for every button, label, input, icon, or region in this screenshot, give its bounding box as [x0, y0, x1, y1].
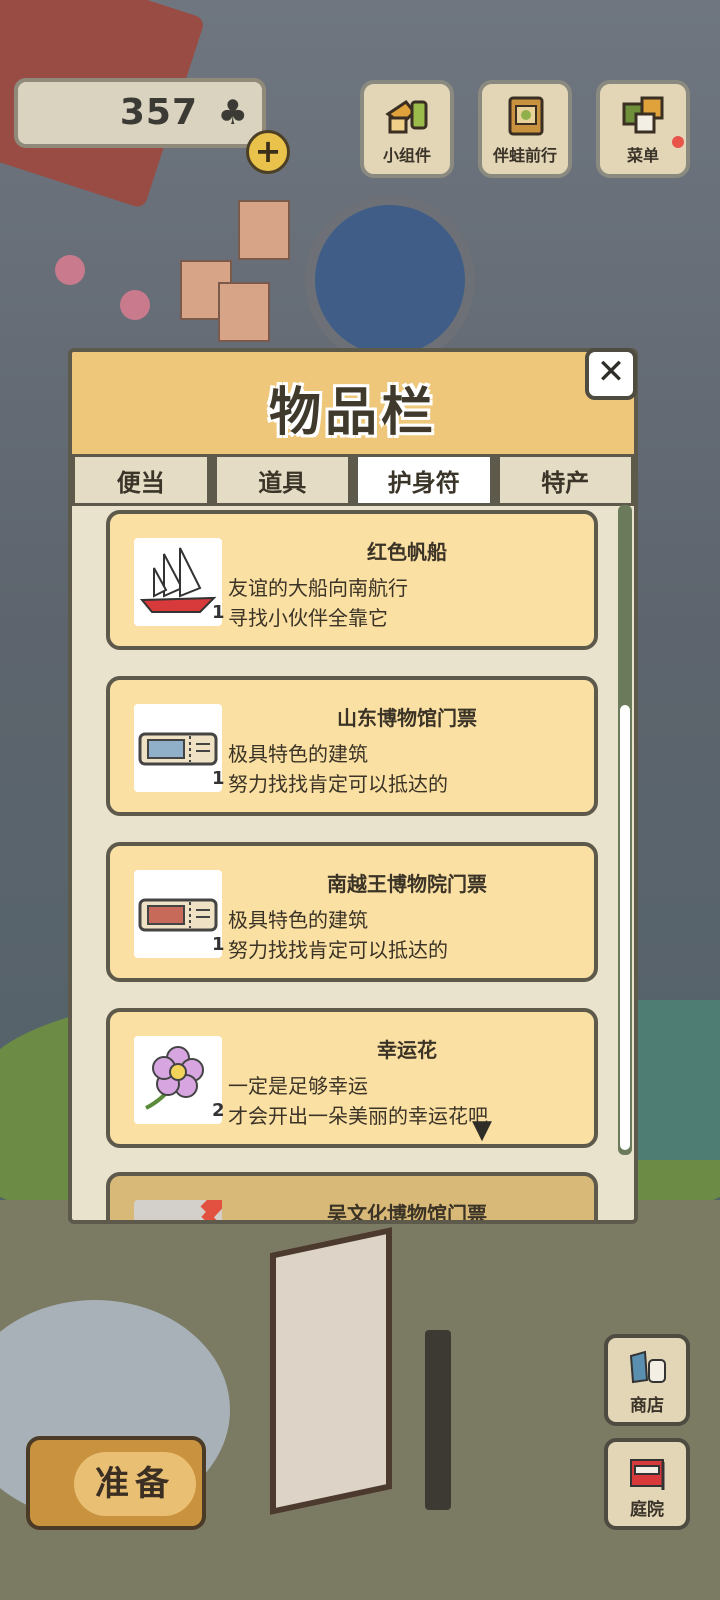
scroll-down-arrow-icon[interactable]: ▼ — [472, 1115, 492, 1145]
list-item[interactable]: 1 南越王博物院门票 极具特色的建筑 努力找找肯定可以抵达的 — [106, 842, 598, 982]
add-clover-button[interactable]: + — [246, 130, 290, 174]
item-description-line2: 努力找找肯定可以抵达的 — [228, 772, 448, 796]
flower-icon — [134, 1036, 222, 1124]
clover-count: 357 — [119, 92, 198, 133]
wall-note — [218, 282, 270, 342]
folding-screen — [270, 1227, 392, 1515]
item-description-line1: 极具特色的建筑 — [228, 742, 368, 766]
flower-decoration — [55, 255, 85, 285]
list-item[interactable]: 1 山东博物馆门票 极具特色的建筑 努力找找肯定可以抵达的 — [106, 676, 598, 816]
yard-icon — [623, 1450, 671, 1494]
list-item[interactable]: 吴文化博物馆门票 — [106, 1172, 598, 1224]
ticket-icon — [134, 870, 222, 958]
round-window — [305, 195, 475, 365]
item-description-line2: 努力找找肯定可以抵达的 — [228, 938, 448, 962]
shop-button[interactable]: 商店 — [604, 1334, 690, 1426]
item-name: 山东博物馆门票 — [337, 706, 477, 730]
list-scrollbar-thumb[interactable] — [620, 705, 630, 1150]
item-name: 红色帆船 — [367, 540, 447, 564]
close-button[interactable]: ✕ — [585, 348, 637, 400]
notification-dot — [672, 136, 684, 148]
item-name: 南越王博物院门票 — [327, 872, 487, 896]
item-count: 2 — [212, 1100, 225, 1121]
yard-label: 庭院 — [630, 1500, 664, 1520]
inventory-panel: 物品栏 便当 道具 护身符 特产 1 红色帆船 友谊的大船向南航行 寻找小伙伴全… — [68, 348, 638, 1224]
item-description-line1: 友谊的大船向南航行 — [228, 576, 408, 600]
tab-bento[interactable]: 便当 — [72, 454, 210, 506]
inventory-header: 物品栏 — [72, 352, 634, 454]
menu-button[interactable]: 菜单 — [596, 80, 690, 178]
menu-icon — [620, 94, 666, 138]
item-name: 吴文化博物馆门票 — [327, 1202, 487, 1224]
checkmark-icon — [134, 1176, 238, 1220]
item-description-line2: 才会开出一朵美丽的幸运花吧 — [228, 1104, 488, 1128]
shelf-decoration — [630, 1000, 720, 1160]
ready-button[interactable]: 准备 — [26, 1436, 206, 1530]
ready-label: 准备 — [74, 1452, 196, 1516]
frog-journey-icon — [502, 94, 548, 138]
item-count: 1 — [212, 602, 225, 623]
inventory-title: 物品栏 — [268, 383, 437, 443]
frog-journey-button[interactable]: 伴蛙前行 — [478, 80, 572, 178]
widget-button[interactable]: 小组件 — [360, 80, 454, 178]
clover-counter: 357 ♣ — [14, 78, 266, 148]
tab-charms[interactable]: 护身符 — [355, 454, 493, 506]
list-item[interactable]: 1 红色帆船 友谊的大船向南航行 寻找小伙伴全靠它 — [106, 510, 598, 650]
item-count: 1 — [212, 934, 225, 955]
shop-icon — [623, 1346, 671, 1390]
widget-label: 小组件 — [382, 146, 431, 165]
item-count: 1 — [212, 768, 225, 789]
ticket-icon — [134, 704, 222, 792]
frog-journey-label: 伴蛙前行 — [492, 146, 557, 165]
lamp-post — [425, 1330, 451, 1510]
flower-decoration — [120, 290, 150, 320]
wall-note — [238, 200, 290, 260]
widget-icon — [384, 94, 430, 138]
item-description-line1: 一定是足够幸运 — [228, 1074, 368, 1098]
item-description-line1: 极具特色的建筑 — [228, 908, 368, 932]
clover-icon: ♣ — [217, 93, 248, 133]
shop-label: 商店 — [630, 1396, 664, 1416]
inventory-tabs: 便当 道具 护身符 特产 — [72, 454, 634, 506]
list-item[interactable]: 2 幸运花 一定是足够幸运 才会开出一朵美丽的幸运花吧 — [106, 1008, 598, 1148]
item-list[interactable]: 1 红色帆船 友谊的大船向南航行 寻找小伙伴全靠它 1 山东博物馆门票 极具特色… — [102, 510, 602, 1220]
tab-tools[interactable]: 道具 — [213, 454, 351, 506]
yard-button[interactable]: 庭院 — [604, 1438, 690, 1530]
item-name: 幸运花 — [377, 1038, 437, 1062]
item-description-line2: 寻找小伙伴全靠它 — [228, 606, 388, 630]
sailboat-icon — [134, 538, 222, 626]
tab-specialties[interactable]: 特产 — [496, 454, 634, 506]
